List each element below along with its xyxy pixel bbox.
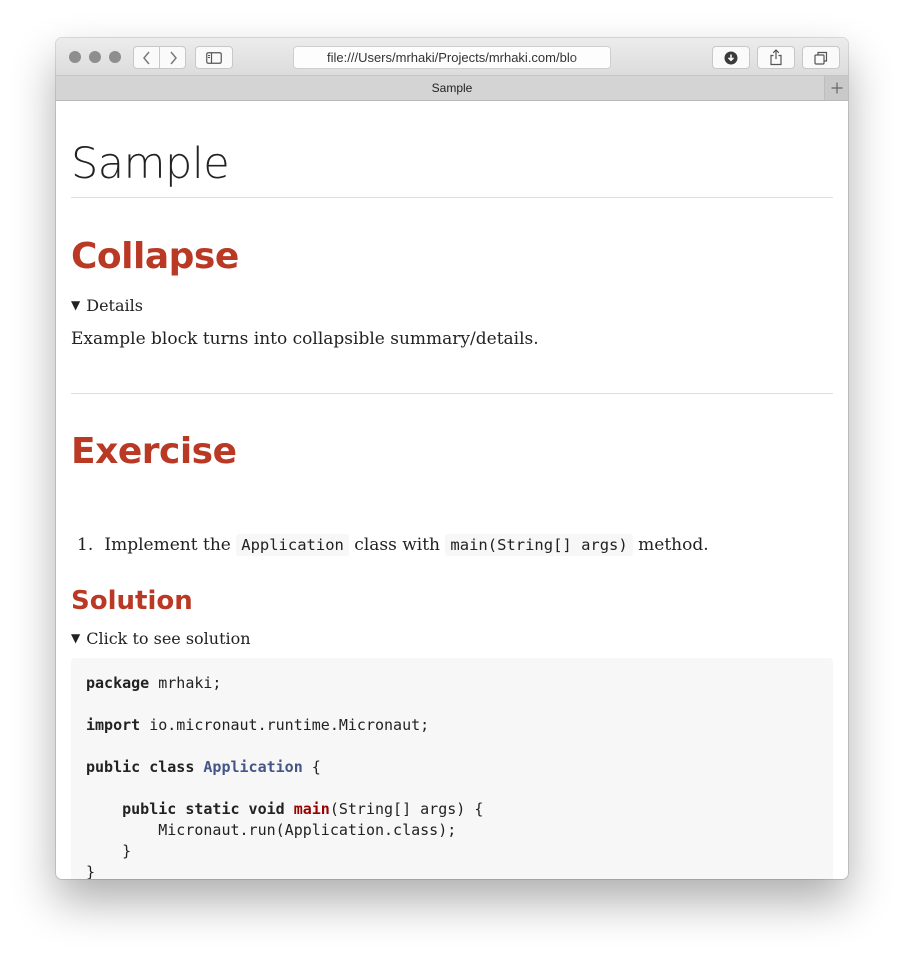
exercise-heading: Exercise [71, 431, 237, 472]
browser-toolbar: file:///Users/mrhaki/Projects/mrhaki.com… [56, 38, 848, 76]
section-divider [71, 393, 833, 394]
exercise-list-item: 1. Implement the Application class with … [77, 531, 709, 559]
collapse-heading: Collapse [71, 236, 239, 277]
collapse-paragraph: Example block turns into collapsible sum… [71, 329, 539, 349]
list-item-text-end: method. [638, 535, 709, 555]
downloads-button[interactable] [712, 46, 750, 69]
minimize-window-button[interactable] [89, 51, 101, 63]
history-navigation [133, 46, 186, 69]
back-button[interactable] [134, 47, 159, 68]
disclosure-triangle-icon: ▼ [71, 631, 81, 645]
list-item-text-middle: class with [354, 535, 441, 555]
solution-summary-label: Click to see solution [86, 629, 251, 648]
inline-code-main: main(String[] args) [445, 534, 633, 556]
zoom-window-button[interactable] [109, 51, 121, 63]
tabs-icon [814, 51, 828, 65]
details-summary[interactable]: ▼ Details [71, 295, 143, 317]
details-summary-label: Details [86, 296, 143, 315]
code-line-2: import io.micronaut.runtime.Micronaut; [86, 716, 430, 734]
browser-window: file:///Users/mrhaki/Projects/mrhaki.com… [56, 38, 848, 879]
code-line-6: } [86, 842, 132, 860]
code-block: package mrhaki; import io.micronaut.runt… [71, 658, 833, 879]
code-listing: package mrhaki; import io.micronaut.runt… [86, 673, 483, 879]
new-tab-button[interactable] [824, 76, 848, 100]
code-line-5: Micronaut.run(Application.class); [86, 821, 457, 839]
inline-code-application: Application [236, 534, 349, 556]
solution-summary[interactable]: ▼ Click to see solution [71, 628, 251, 650]
title-divider [71, 197, 833, 198]
address-bar[interactable]: file:///Users/mrhaki/Projects/mrhaki.com… [293, 46, 611, 69]
tab-sample[interactable]: Sample [56, 76, 848, 101]
close-window-button[interactable] [69, 51, 81, 63]
share-button[interactable] [757, 46, 795, 69]
solution-heading: Solution [71, 586, 193, 616]
sidebar-button[interactable] [195, 46, 233, 69]
address-text: file:///Users/mrhaki/Projects/mrhaki.com… [327, 50, 577, 65]
plus-icon [831, 82, 842, 94]
sidebar-icon [206, 51, 222, 64]
code-line-3: public class Application { [86, 758, 321, 776]
chevron-left-icon [142, 51, 150, 64]
list-item-text-start: Implement the [104, 535, 231, 555]
disclosure-triangle-icon: ▼ [71, 298, 81, 312]
chevron-right-icon [169, 51, 177, 64]
download-icon [724, 51, 738, 64]
tabs-overview-button[interactable] [802, 46, 840, 69]
code-line-1: package mrhaki; [86, 674, 222, 692]
list-item-number: 1. [77, 535, 94, 555]
tab-bar: Sample [56, 76, 848, 101]
page-title: Sample [71, 139, 230, 189]
code-line-7: } [86, 863, 96, 879]
share-icon [770, 49, 782, 66]
forward-button[interactable] [159, 47, 185, 68]
code-line-4: public static void main(String[] args) { [122, 800, 484, 818]
